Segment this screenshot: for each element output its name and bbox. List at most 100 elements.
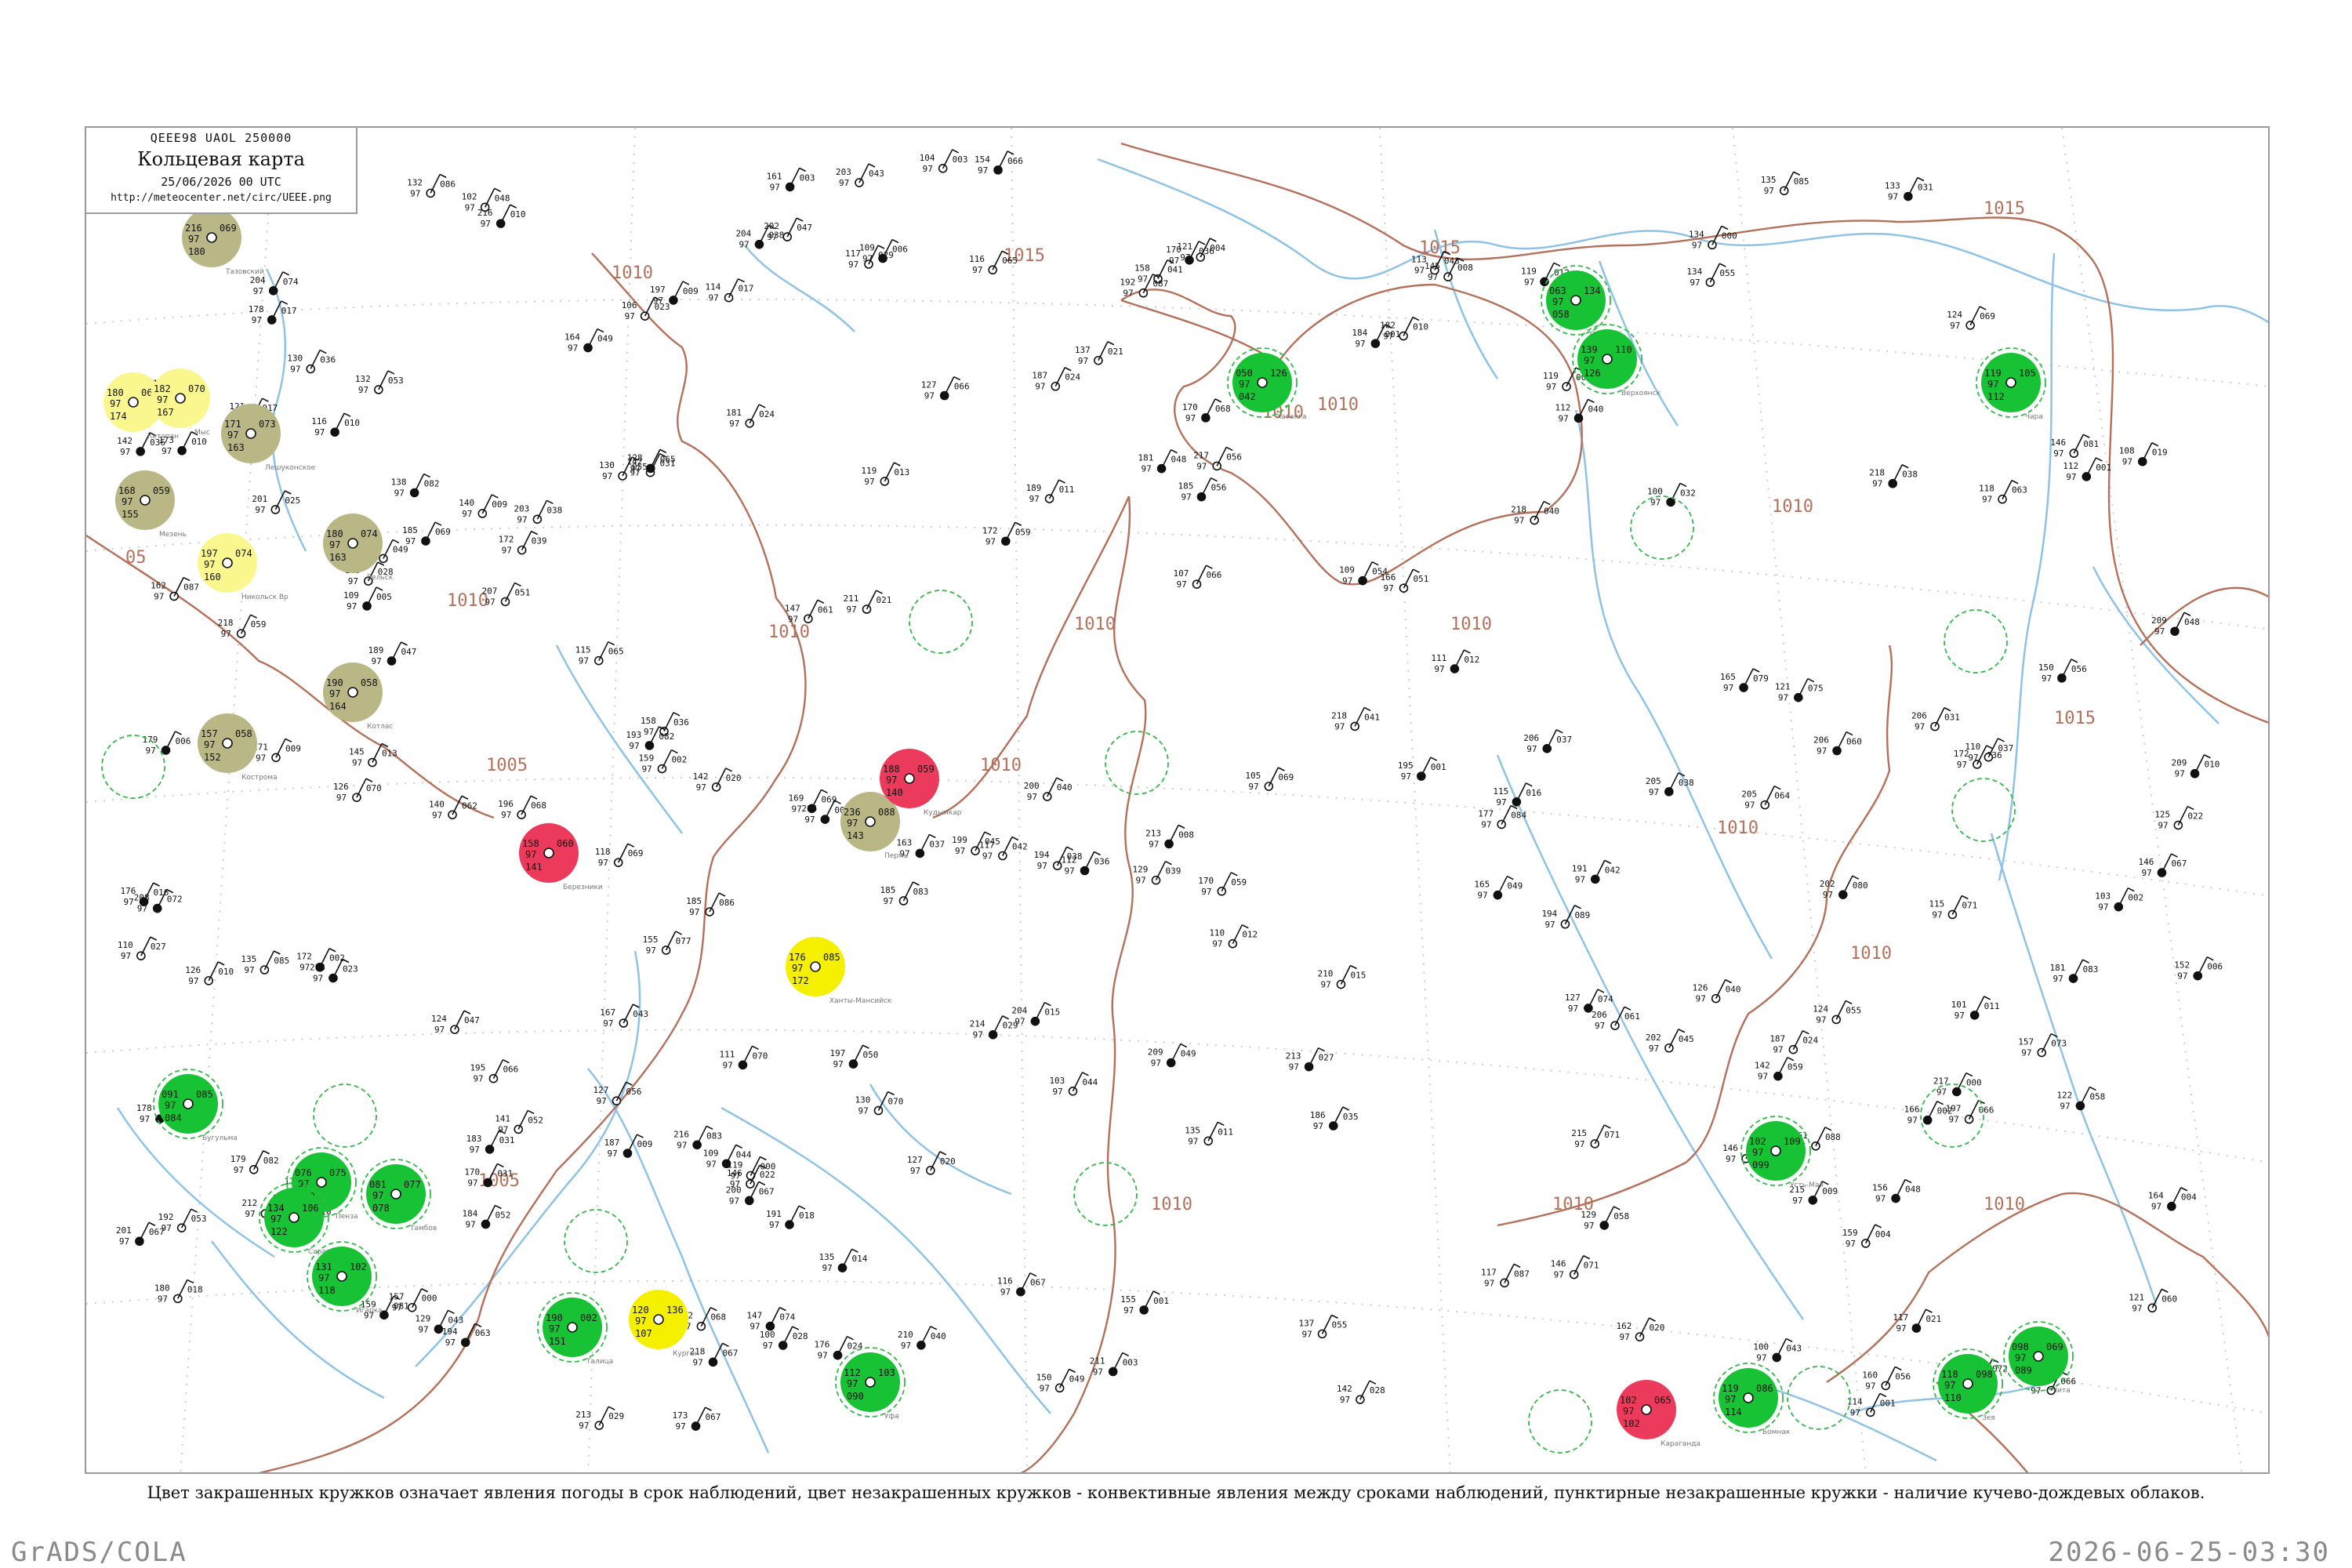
station-plot[interactable]: 11097 027 <box>118 936 166 961</box>
station-plot[interactable]: 15497 066 <box>975 151 1023 176</box>
station-plot[interactable]: 12197 075 <box>1775 677 1824 703</box>
station-plot[interactable]: 18197 024 <box>726 404 775 429</box>
station-plot[interactable]: 12597 022 <box>2154 805 2203 831</box>
station-plot[interactable]: 20297 045 <box>1646 1029 1694 1054</box>
station-plot[interactable]: 14797 074 <box>746 1306 796 1332</box>
station-plot[interactable]: 20697 060 <box>1813 731 1862 757</box>
station-plot[interactable]: 13897 082 <box>391 473 440 499</box>
station-plot[interactable]: 13297 053 <box>355 370 404 395</box>
station-plot[interactable]: 16297 020 <box>1616 1317 1664 1342</box>
station-plot[interactable]: 18597 086 <box>686 892 735 917</box>
station-plot[interactable]: 12697 010 <box>185 961 234 986</box>
station-plot[interactable]: 14697 071 <box>1551 1254 1599 1280</box>
station-plot[interactable]: 21497029 <box>970 1015 1018 1040</box>
station-plot[interactable]: 12297 058 <box>2056 1086 2105 1111</box>
station-plot[interactable]: 15597 077 <box>643 931 691 956</box>
station-plot[interactable]: 11797 021 <box>1893 1308 1941 1334</box>
map-canvas[interactable]: 1015101510151015101010101010101010101010… <box>86 128 2270 1474</box>
station-plot[interactable]: 20397 043 <box>836 163 884 188</box>
station-plot[interactable]: 20597 038 <box>1646 772 1694 797</box>
station-plot[interactable]: 15597 001 <box>1120 1290 1169 1316</box>
station-plot[interactable]: 17897 017 <box>249 300 297 325</box>
station-plot[interactable]: 14697 081 <box>2050 434 2099 459</box>
station-plot[interactable]: 20997 048 <box>2151 612 2200 637</box>
weather-circle-green[interactable]: 10297 099 109 Усть-Мая <box>1740 1116 1824 1189</box>
station-plot[interactable]: 15797 000 <box>389 1288 437 1313</box>
station-plot[interactable]: 11697 067 <box>997 1272 1046 1298</box>
station-plot[interactable]: 17997 082 <box>230 1150 279 1175</box>
station-plot[interactable]: 10097 043 <box>1753 1338 1802 1363</box>
station-plot[interactable]: 20497 015 <box>1011 1001 1060 1027</box>
station-plot[interactable]: 21897 038 <box>1869 464 1918 489</box>
station-plot[interactable]: 21197 021 <box>844 590 892 615</box>
station-plot[interactable]: 13597 014 <box>818 1248 868 1273</box>
station-plot[interactable]: 10797 066 <box>1173 564 1221 590</box>
station-plot[interactable]: 10397 002 <box>2095 887 2143 913</box>
station-plot[interactable]: 11797 087 <box>1481 1263 1530 1288</box>
station-plot[interactable]: 13797 021 <box>1075 341 1123 366</box>
station-plot[interactable]: 10197 011 <box>1951 996 2000 1021</box>
station-plot[interactable]: 19797 009 <box>650 281 699 306</box>
station-plot[interactable]: 12797 020 <box>907 1151 956 1176</box>
station-plot[interactable]: 14697 067 <box>2138 853 2187 878</box>
station-plot[interactable]: 18197 048 <box>1138 448 1187 474</box>
station-plot[interactable]: 20697 031 <box>1911 706 1960 732</box>
station-plot[interactable]: 14197 052 <box>495 1109 543 1134</box>
station-plot[interactable]: 11997 013 <box>861 462 909 487</box>
station-plot[interactable]: 11097 012 <box>1209 924 1258 949</box>
station-plot[interactable]: 17297 039 <box>499 530 547 556</box>
station-plot[interactable]: 16497 004 <box>2148 1187 2197 1212</box>
station-plot[interactable]: 19597 001 <box>1398 757 1446 782</box>
station-plot[interactable]: 10997 005 <box>343 586 392 612</box>
station-plot[interactable]: 19797 066 <box>1946 1099 1994 1125</box>
station-plot[interactable]: 13597 085 <box>241 950 289 975</box>
station-plot[interactable]: 18697 035 <box>1310 1106 1359 1131</box>
station-plot[interactable]: 15797 073 <box>2018 1033 2067 1058</box>
station-plot[interactable]: 21097 015 <box>1317 964 1366 990</box>
station-plot[interactable]: 12797 066 <box>921 376 970 401</box>
station-plot[interactable]: 10097 028 <box>760 1326 808 1351</box>
station-plot[interactable]: 20097 040 <box>1024 777 1073 802</box>
weather-circle-red[interactable]: 15897 141 060 Березники <box>519 823 603 891</box>
weather-circle-green[interactable]: 13997 126 110 Верхоянск <box>1572 324 1661 397</box>
station-plot[interactable]: 20197 025 <box>252 490 300 515</box>
station-plot[interactable]: 20597 064 <box>1741 785 1790 811</box>
weather-circle-green[interactable]: 11997112 105 Чара <box>1976 347 2046 421</box>
station-plot[interactable]: 20397 038 <box>514 499 562 524</box>
weather-circle-green[interactable]: 06397058134Оленек <box>1541 265 1618 339</box>
station-plot[interactable]: 19197 018 <box>766 1205 815 1230</box>
station-plot[interactable]: 16797 043 <box>600 1004 648 1029</box>
station-plot[interactable]: 19597 066 <box>470 1058 518 1084</box>
station-plot[interactable]: 17397 067 <box>672 1406 720 1432</box>
station-plot[interactable]: 12497 069 <box>1947 306 1995 331</box>
station-plot[interactable]: 19697 068 <box>498 795 546 820</box>
station-plot[interactable]: 11197 012 <box>1431 649 1479 674</box>
weather-circle-olive[interactable]: 19097 164 058 Котлас <box>323 662 393 731</box>
station-plot[interactable]: 16097 056 <box>1862 1366 1911 1391</box>
station-plot[interactable]: 13397 031 <box>1885 176 1933 201</box>
station-plot[interactable]: 14297 028 <box>1337 1380 1385 1405</box>
station-plot[interactable]: 18197 083 <box>2050 959 2099 984</box>
station-plot[interactable]: 14797 061 <box>785 599 833 624</box>
station-plot[interactable]: 14597 013 <box>349 742 397 768</box>
station-plot[interactable]: 16597 049 <box>1474 875 1523 901</box>
station-plot[interactable]: 18597 069 <box>402 521 451 546</box>
station-plot[interactable]: 11297 001 <box>2063 457 2111 482</box>
weather-circle-green[interactable]: 19097 151 002 Талица <box>537 1292 613 1366</box>
station-plot[interactable]: 10897 019 <box>2119 442 2168 467</box>
station-plot[interactable]: 16597 079 <box>1720 668 1769 693</box>
station-plot[interactable]: 15997 004 <box>1842 1224 1891 1249</box>
station-plot[interactable]: 14297 020 <box>693 768 742 793</box>
weather-circle-red[interactable]: 10297102 065 Караганда <box>1617 1380 1700 1448</box>
station-plot[interactable]: 18997 011 <box>1026 479 1075 504</box>
station-plot[interactable]: 20197067 <box>116 1221 165 1247</box>
station-plot[interactable]: 11197 070 <box>719 1045 768 1070</box>
station-plot[interactable]: 13097 070 <box>855 1091 903 1116</box>
station-plot[interactable]: 18797 024 <box>1769 1029 1819 1055</box>
station-plot[interactable]: 21897 059 <box>218 614 267 639</box>
weather-circle-olive[interactable]: 21697180 069 Тазовский <box>182 208 264 276</box>
station-plot[interactable]: 13597 011 <box>1185 1121 1233 1146</box>
station-plot[interactable]: 10597 069 <box>1245 767 1294 792</box>
station-plot[interactable]: 11597 016 <box>1493 782 1541 808</box>
station-plot[interactable]: 19497 089 <box>1541 905 1590 930</box>
